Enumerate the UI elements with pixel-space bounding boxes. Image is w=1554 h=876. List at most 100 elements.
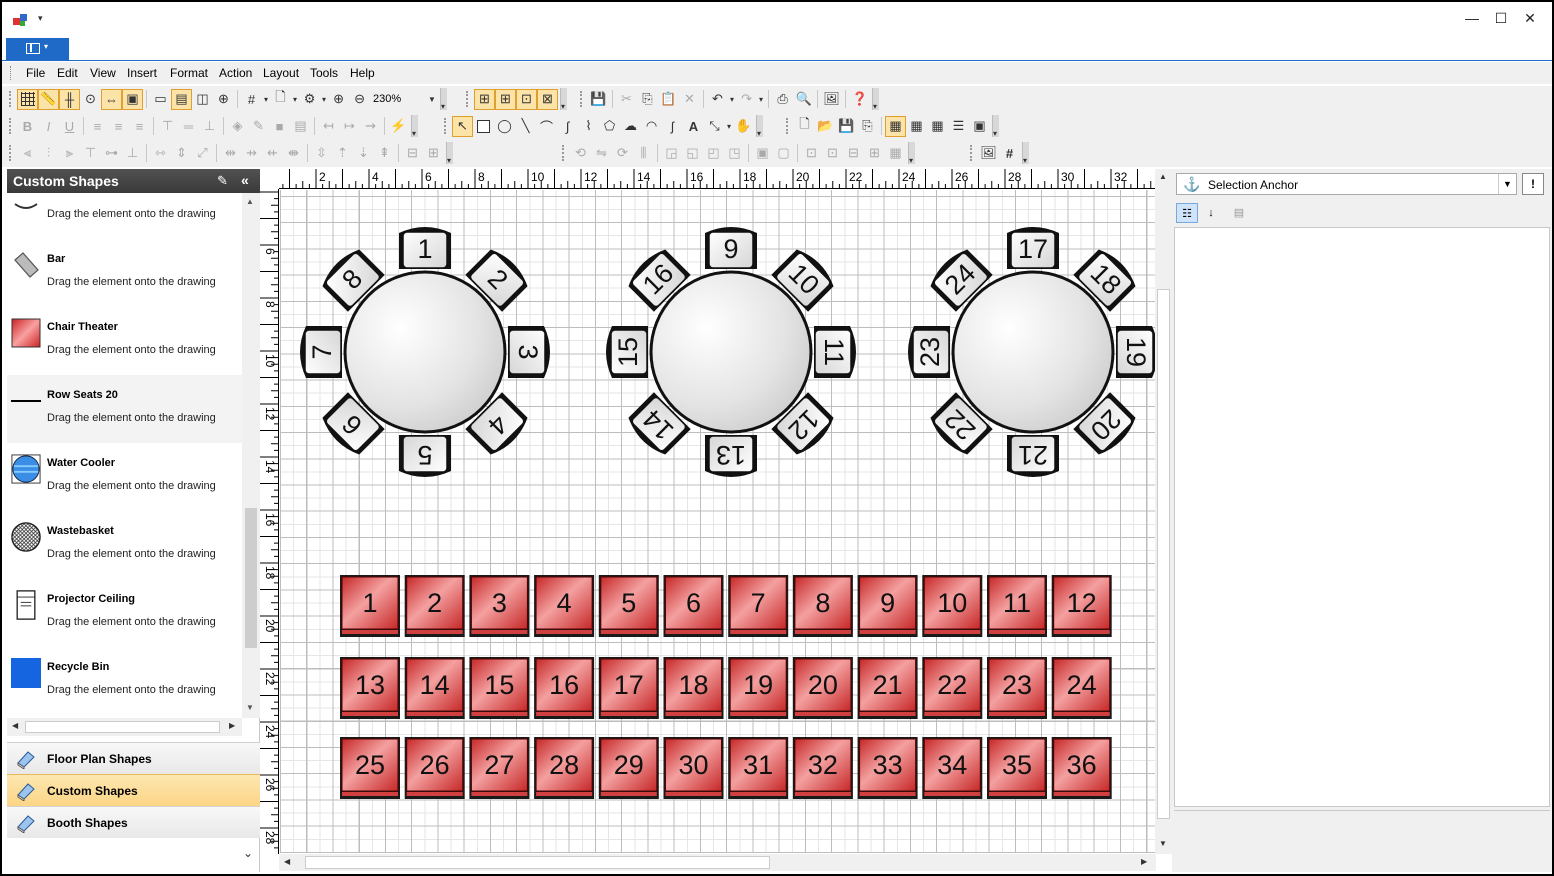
valign-top-icon[interactable]: ⊤ bbox=[157, 116, 178, 137]
toolbar-overflow[interactable] bbox=[908, 142, 915, 165]
theater-chair[interactable]: 35 bbox=[987, 737, 1047, 799]
frame-icon[interactable]: ▦ bbox=[885, 143, 906, 164]
arc-tool-icon[interactable]: ⌒ bbox=[536, 116, 557, 137]
shape-item-wastebasket[interactable]: Wastebasket Drag the element onto the dr… bbox=[7, 511, 242, 579]
action-icon[interactable]: ⚡ bbox=[388, 116, 409, 137]
v-spacing-equal-icon[interactable]: ⇳ bbox=[311, 143, 332, 164]
toolbar-overflow[interactable] bbox=[872, 88, 880, 111]
table-seat[interactable]: 19 bbox=[1116, 326, 1155, 378]
view-list-icon[interactable]: ☰ bbox=[948, 116, 969, 137]
theater-chair[interactable]: 6 bbox=[663, 575, 724, 637]
menu-grip[interactable] bbox=[10, 66, 13, 80]
grid-toggle-icon[interactable] bbox=[17, 88, 38, 110]
collapse-panel-icon[interactable]: « bbox=[241, 172, 249, 188]
align-centers-icon[interactable]: ⫶ bbox=[38, 143, 59, 164]
application-menu-button[interactable]: ▾ bbox=[6, 38, 69, 60]
alphabetical-icon[interactable]: ↓ bbox=[1200, 203, 1222, 223]
close-button[interactable]: ✕ bbox=[1515, 10, 1545, 30]
same-height-icon[interactable]: ⇕ bbox=[171, 143, 192, 164]
text-style-icon[interactable]: ▤ bbox=[290, 116, 311, 137]
align-middles-icon[interactable]: ⊶ bbox=[101, 143, 122, 164]
table-seat[interactable]: 1 bbox=[399, 227, 451, 269]
object-selector[interactable]: ⚓ Selection Anchor ▼ bbox=[1176, 173, 1517, 195]
chevron-down-icon[interactable]: ▼ bbox=[1498, 174, 1516, 194]
table-seat[interactable]: 7 bbox=[300, 326, 342, 378]
mirror-icon[interactable]: ⫼ bbox=[633, 143, 654, 164]
align-bottoms-icon[interactable]: ⊥ bbox=[122, 143, 143, 164]
more-categories-icon[interactable]: ⌄ bbox=[243, 846, 253, 860]
theater-chair[interactable]: 2 bbox=[404, 575, 465, 637]
theater-chair[interactable]: 7 bbox=[728, 575, 789, 637]
connectable-icon[interactable]: ⊠ bbox=[537, 88, 558, 110]
scroll-thumb[interactable] bbox=[305, 856, 770, 869]
scroll-right-icon[interactable]: ▶ bbox=[229, 721, 235, 730]
table-seat[interactable]: 13 bbox=[705, 435, 757, 477]
align-left-icon[interactable]: ≡ bbox=[87, 116, 108, 137]
valign-bottom-icon[interactable]: ⊥ bbox=[199, 116, 220, 137]
theater-chair[interactable]: 10 bbox=[922, 575, 983, 637]
group-icon[interactable]: ▣ bbox=[752, 143, 773, 164]
align-left-edges-icon[interactable]: ⫷ bbox=[17, 143, 38, 164]
table-seat[interactable]: 23 bbox=[908, 326, 950, 378]
toolbar-grip[interactable] bbox=[580, 91, 584, 107]
property-pages-icon[interactable]: ▤ bbox=[1228, 203, 1250, 223]
theater-chair[interactable]: 26 bbox=[404, 737, 465, 799]
round-table[interactable]: 910111213141516 bbox=[606, 227, 856, 477]
table-seat[interactable]: 15 bbox=[606, 326, 648, 378]
container-icon[interactable]: ⊟ bbox=[843, 143, 864, 164]
theater-chair[interactable]: 18 bbox=[663, 657, 724, 719]
new-document-icon[interactable]: 🗋 bbox=[794, 116, 815, 137]
theater-chair[interactable]: 28 bbox=[534, 737, 595, 799]
align-right-icon[interactable]: ≡ bbox=[129, 116, 150, 137]
ellipse-tool-icon[interactable]: ◯ bbox=[494, 116, 515, 137]
scroll-up-icon[interactable]: ▲ bbox=[246, 197, 254, 206]
magnify-icon[interactable]: ⊕ bbox=[213, 89, 234, 110]
round-table[interactable]: 1718192021222324 bbox=[908, 227, 1155, 477]
category-floor-plan-shapes[interactable]: Floor Plan Shapes bbox=[7, 742, 260, 774]
fit-width-icon[interactable]: ⇔ bbox=[101, 88, 122, 110]
theater-chair[interactable]: 24 bbox=[1051, 657, 1112, 719]
property-grid[interactable] bbox=[1174, 227, 1550, 807]
copy-icon[interactable]: ⎘ bbox=[637, 89, 658, 110]
save-page-icon[interactable]: 💾 bbox=[836, 116, 857, 137]
view-multi-icon[interactable]: ▦ bbox=[906, 116, 927, 137]
theater-chair[interactable]: 31 bbox=[728, 737, 789, 799]
snap-icon[interactable]: ⊙ bbox=[80, 89, 101, 110]
toolbar-grip[interactable] bbox=[970, 145, 974, 161]
zoom-dropdown-icon[interactable]: ▼ bbox=[428, 95, 436, 104]
v-spacing-dec-icon[interactable]: ⇣ bbox=[353, 143, 374, 164]
help-icon[interactable]: ❓ bbox=[849, 89, 870, 110]
h-spacing-dec-icon[interactable]: ⇷ bbox=[262, 143, 283, 164]
connector-tool-icon[interactable]: ⤡ bbox=[704, 116, 725, 137]
closed-curve-tool-icon[interactable]: ☁ bbox=[620, 116, 641, 137]
zoom-combobox[interactable]: 230% bbox=[370, 93, 426, 105]
toolbar-overflow[interactable] bbox=[439, 88, 447, 111]
export-icon[interactable]: ⎘ bbox=[857, 116, 878, 137]
zoom-out-icon[interactable]: ⊖ bbox=[349, 89, 370, 110]
shapes-horizontal-scrollbar[interactable]: ◀ ▶ bbox=[7, 718, 242, 736]
scroll-right-icon[interactable]: ▶ bbox=[1141, 857, 1147, 866]
menu-insert[interactable]: Insert bbox=[127, 66, 157, 80]
toolbar-grip[interactable] bbox=[466, 91, 470, 107]
bold-icon[interactable]: B bbox=[17, 116, 38, 137]
table-seat[interactable]: 21 bbox=[1007, 435, 1059, 477]
view-single-icon[interactable]: ▦ bbox=[885, 115, 906, 137]
table-seat[interactable]: 5 bbox=[399, 435, 451, 477]
canvas-vertical-scrollbar[interactable]: ▲ ▼ bbox=[1155, 169, 1172, 854]
scroll-down-icon[interactable]: ▼ bbox=[246, 703, 254, 712]
shape-item-chair-theater[interactable]: Chair Theater Drag the element onto the … bbox=[7, 307, 242, 375]
toolbar-overflow[interactable] bbox=[756, 115, 764, 138]
italic-icon[interactable]: I bbox=[38, 116, 59, 137]
picture-icon[interactable]: 🖼 bbox=[978, 143, 999, 164]
theater-chair[interactable]: 34 bbox=[922, 737, 983, 799]
menu-help[interactable]: Help bbox=[350, 66, 375, 80]
toolbar-overflow[interactable] bbox=[411, 115, 418, 138]
ruler-toggle-icon[interactable]: 📏 bbox=[38, 88, 59, 110]
toolbar-grip[interactable] bbox=[786, 118, 790, 134]
theater-chair[interactable]: 1 bbox=[340, 575, 400, 637]
table-seat[interactable]: 11 bbox=[814, 326, 856, 378]
scroll-thumb[interactable] bbox=[1157, 289, 1170, 819]
sizable-icon[interactable]: ⊡ bbox=[516, 88, 537, 110]
line-color-icon[interactable]: ✎ bbox=[248, 116, 269, 137]
shape-item-recycle-bin[interactable]: Recycle Bin Drag the element onto the dr… bbox=[7, 647, 242, 715]
